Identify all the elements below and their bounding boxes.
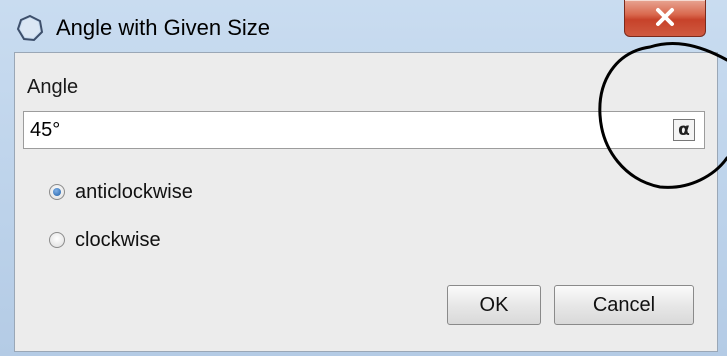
- angle-label: Angle: [27, 76, 79, 98]
- dialog-content: Angle α anticlockwise clockwise OK Cance…: [14, 52, 718, 352]
- radio-clockwise[interactable]: clockwise: [49, 228, 161, 252]
- alpha-symbol-icon[interactable]: α: [673, 119, 695, 141]
- close-button[interactable]: [624, 0, 706, 37]
- dialog-shape-icon: [16, 14, 44, 42]
- close-x-icon: [656, 8, 674, 26]
- ok-button[interactable]: OK: [447, 285, 541, 325]
- clockwise-label: clockwise: [75, 229, 161, 251]
- radio-button-unchecked[interactable]: [49, 232, 65, 248]
- anticlockwise-label: anticlockwise: [75, 181, 193, 203]
- radio-anticlockwise[interactable]: anticlockwise: [49, 180, 193, 204]
- dialog-window: Angle with Given Size Angle α anticlockw…: [0, 0, 727, 356]
- title-bar[interactable]: Angle with Given Size: [0, 0, 727, 52]
- angle-input[interactable]: [23, 111, 705, 149]
- cancel-button[interactable]: Cancel: [554, 285, 694, 325]
- window-title: Angle with Given Size: [56, 15, 270, 40]
- radio-button-checked[interactable]: [49, 184, 65, 200]
